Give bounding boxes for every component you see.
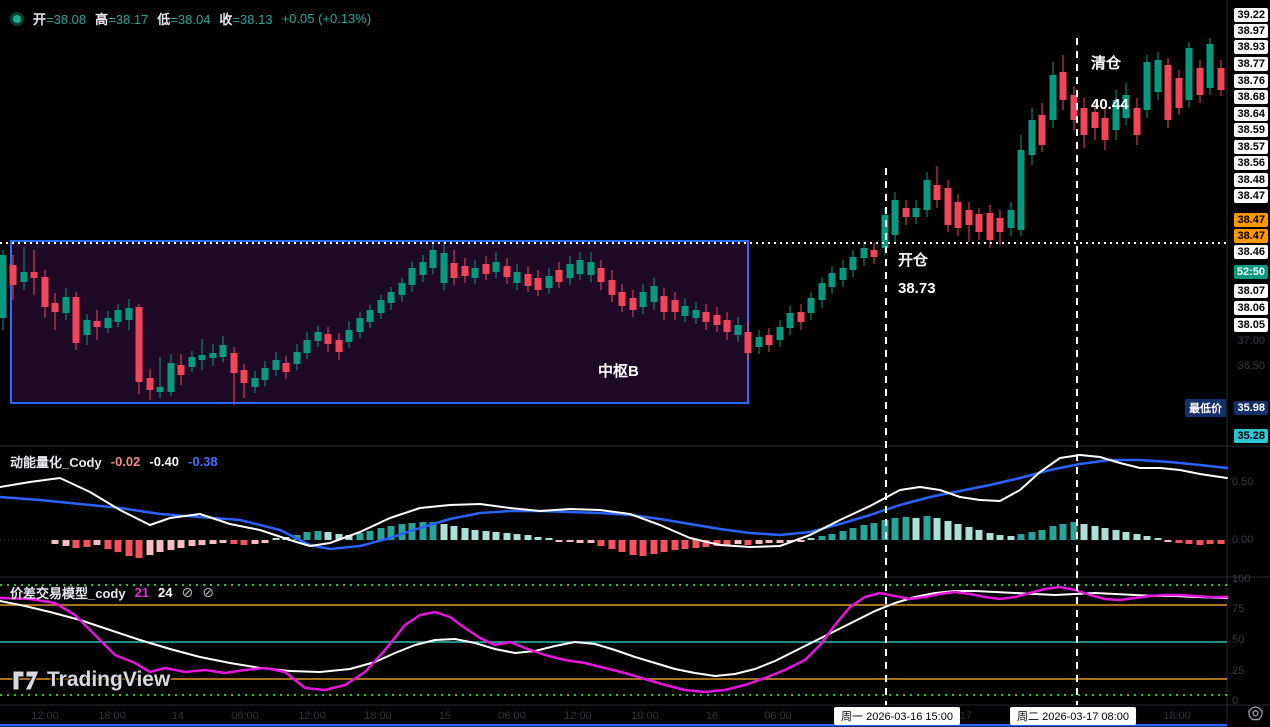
series-status-icon <box>10 12 24 26</box>
spread-indicator-title: 价差交易模型_cody <box>10 583 126 602</box>
time-axis-label: 16 <box>706 710 718 722</box>
price-axis-label: 38.05 <box>1234 318 1268 332</box>
ohlc-change-value: +0.05 (+0.13%) <box>282 11 372 26</box>
time-axis[interactable]: 12:00 18:00 14 06:00 12:00 18:00 15 06:00 12:00 1… <box>0 705 1270 727</box>
zone-box-label[interactable]: 中枢B <box>598 360 639 381</box>
time-axis-label: 12:00 <box>564 710 592 722</box>
price-axis-label: 38.93 <box>1234 40 1268 54</box>
price-axis-label: 38.47 <box>1234 189 1268 203</box>
ohlc-close-label: 收 <box>219 12 232 27</box>
price-axis-label: 38.07 <box>1234 284 1268 298</box>
price-axis-label: 38.68 <box>1234 90 1268 104</box>
time-axis-label: 14 <box>172 710 184 722</box>
price-axis-label: 38.64 <box>1234 107 1268 121</box>
ohlc-high-label: 高 <box>95 12 108 27</box>
price-axis-label: 38.47 <box>1234 229 1268 243</box>
price-axis-label: 39.22 <box>1234 8 1268 22</box>
exit-annotation-price: 40.44 <box>1091 97 1129 112</box>
entry-annotation-price: 38.73 <box>898 281 936 296</box>
momentum-value-1: -0.02 <box>111 454 141 469</box>
time-axis-label: 17 <box>960 710 972 722</box>
entry-annotation-title: 开仓 <box>898 253 936 268</box>
time-axis-badge: 周一 2026-03-16 15:00 <box>834 707 960 725</box>
spread-indicator-legend[interactable]: 价差交易模型_cody 21 24 ⊘ ⊘ <box>10 583 214 602</box>
price-axis-label: 38.59 <box>1234 123 1268 137</box>
time-axis-label: 06:00 <box>498 710 526 722</box>
spread-param-2: 24 <box>158 585 172 600</box>
time-axis-label: 18:00 <box>631 710 659 722</box>
tradingview-logo-icon <box>12 668 40 692</box>
price-axis-label: 38.97 <box>1234 24 1268 38</box>
exit-annotation[interactable]: 清仓 40.44 <box>1091 56 1129 112</box>
price-axis-label: 36.50 <box>1234 359 1268 373</box>
chart-root: 开=38.08 高=38.17 低=38.04 收=38.13 +0.05 (+… <box>0 0 1270 727</box>
time-axis-label: 18:00 <box>364 710 392 722</box>
ohlc-legend[interactable]: 开=38.08 高=38.17 低=38.04 收=38.13 +0.05 (+… <box>10 9 371 28</box>
price-axis-label: 38.46 <box>1234 245 1268 259</box>
ohlc-close-value: =38.13 <box>232 12 272 27</box>
ohlc-open-label: 开 <box>33 12 46 27</box>
indicator-axis-label: 50 <box>1232 634 1244 646</box>
momentum-indicator-title: 动能量化_Cody <box>10 452 102 471</box>
time-axis-label: 18:00 <box>1163 710 1191 722</box>
no-entry-icon[interactable]: ⊘ <box>182 584 194 601</box>
ohlc-open-value: =38.08 <box>46 12 86 27</box>
indicator-axis-label: 0.50 <box>1232 476 1253 488</box>
time-axis-label: 15 <box>439 710 451 722</box>
price-axis-label: 38.77 <box>1234 57 1268 71</box>
time-axis-label: 12:00 <box>31 710 59 722</box>
indicator-axis-label: 100 <box>1232 573 1250 585</box>
ohlc-low-label: 低 <box>157 12 170 27</box>
lowest-price-label: 最低价 <box>1185 399 1226 417</box>
spread-param-1: 21 <box>135 585 149 600</box>
price-axis-label: 38.76 <box>1234 74 1268 88</box>
price-axis[interactable]: 39.22 38.97 38.93 38.77 38.76 38.68 38.64 38.59… <box>1228 0 1270 705</box>
indicator-axis-label: 25 <box>1232 665 1244 677</box>
time-axis-label: 12:00 <box>298 710 326 722</box>
gear-icon[interactable] <box>1248 706 1263 726</box>
exit-annotation-title: 清仓 <box>1091 56 1129 71</box>
momentum-value-2: -0.40 <box>149 454 179 469</box>
indicator-axis-label: 75 <box>1232 603 1244 615</box>
time-axis-label: 06:00 <box>764 710 792 722</box>
time-axis-badge: 周二 2026-03-17 08:00 <box>1010 707 1136 725</box>
ohlc-high-value: =38.17 <box>108 12 148 27</box>
time-axis-label: 06:00 <box>231 710 259 722</box>
tradingview-logo[interactable]: TradingView <box>12 668 170 692</box>
price-axis-label: 38.56 <box>1234 156 1268 170</box>
price-axis-label: 38.47 <box>1234 213 1268 227</box>
indicator-axis-label: 0.00 <box>1232 534 1253 546</box>
price-axis-label: 35.28 <box>1234 429 1268 443</box>
price-axis-label: 38.57 <box>1234 140 1268 154</box>
price-axis-label: 38.06 <box>1234 301 1268 315</box>
entry-annotation[interactable]: 开仓 38.73 <box>898 253 936 296</box>
time-axis-label: 18:00 <box>98 710 126 722</box>
momentum-value-3: -0.38 <box>188 454 218 469</box>
price-axis-label: 37.00 <box>1234 334 1268 348</box>
ohlc-low-value: =38.04 <box>170 12 210 27</box>
price-axis-label: 52:50 <box>1234 265 1268 279</box>
indicator-axis-label: 0 <box>1232 695 1238 707</box>
momentum-indicator-legend[interactable]: 动能量化_Cody -0.02 -0.40 -0.38 <box>10 452 218 471</box>
tradingview-logo-text: TradingView <box>47 668 170 692</box>
no-entry-icon[interactable]: ⊘ <box>202 584 214 601</box>
price-axis-label: 38.48 <box>1234 173 1268 187</box>
price-axis-label: 35.98 <box>1234 401 1268 415</box>
